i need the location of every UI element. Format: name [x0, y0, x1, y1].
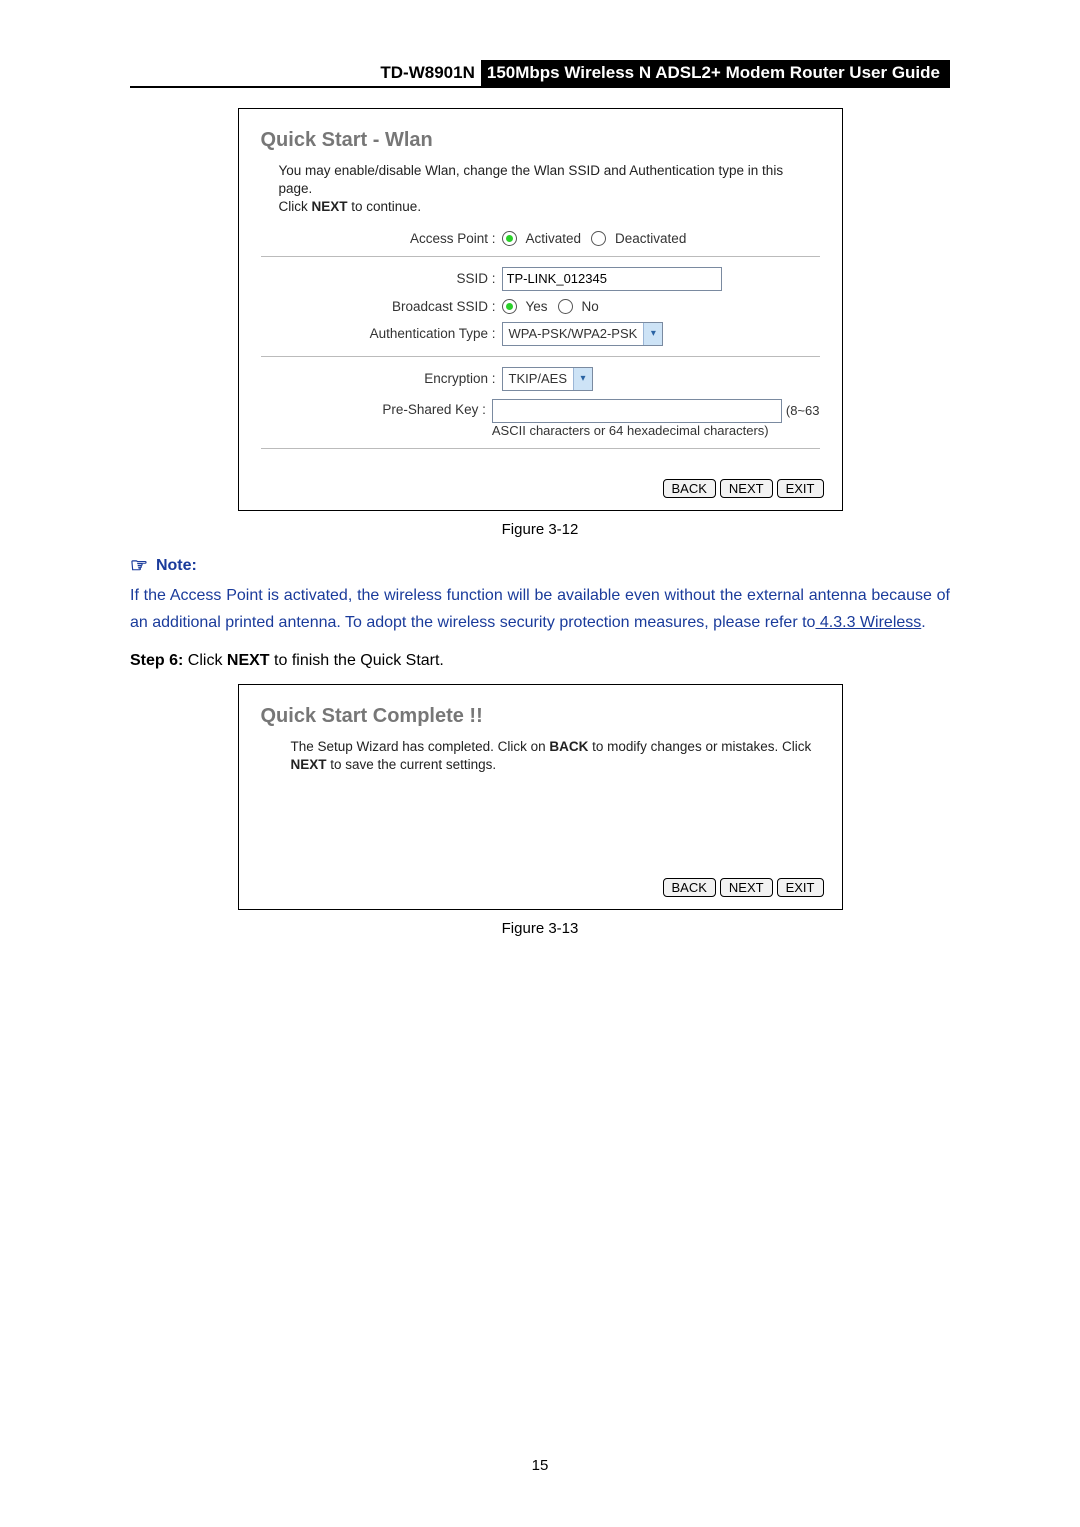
- divider: [261, 356, 820, 357]
- divider: [261, 448, 820, 449]
- complete-button-row: BACK NEXT EXIT: [239, 868, 842, 909]
- next-button[interactable]: NEXT: [720, 479, 773, 498]
- radio-bssid-no[interactable]: [558, 299, 573, 314]
- access-point-row: Access Point : Activated Deactivated: [261, 231, 820, 246]
- wlan-panel: Quick Start - Wlan You may enable/disabl…: [238, 108, 843, 511]
- exit-button[interactable]: EXIT: [777, 878, 824, 897]
- auth-type-select[interactable]: WPA-PSK/WPA2-PSK ▾: [502, 322, 664, 346]
- note-body: If the Access Point is activated, the wi…: [130, 582, 950, 636]
- radio-deactivated[interactable]: [591, 231, 606, 246]
- bssid-yes-label: Yes: [526, 299, 548, 314]
- psk-label: Pre-Shared Key :: [261, 399, 492, 417]
- bssid-no-label: No: [582, 299, 599, 314]
- ssid-input[interactable]: [502, 267, 722, 291]
- pointing-hand-icon: ☞: [130, 556, 148, 576]
- back-button[interactable]: BACK: [663, 878, 716, 897]
- divider: [261, 256, 820, 257]
- figure-caption-1: Figure 3-12: [130, 521, 950, 538]
- activated-label: Activated: [526, 231, 582, 246]
- psk-input[interactable]: [492, 399, 782, 423]
- wlan-title: Quick Start - Wlan: [261, 129, 820, 152]
- complete-panel: Quick Start Complete !! The Setup Wizard…: [238, 684, 843, 910]
- next-button[interactable]: NEXT: [720, 878, 773, 897]
- step-6: Step 6: Click NEXT to finish the Quick S…: [130, 652, 950, 670]
- guide-title: 150Mbps Wireless N ADSL2+ Modem Router U…: [481, 60, 950, 86]
- note-header: ☞ Note:: [130, 556, 950, 576]
- encryption-row: Encryption : TKIP/AES ▾: [261, 367, 820, 391]
- complete-title: Quick Start Complete !!: [261, 705, 820, 728]
- radio-activated[interactable]: [502, 231, 517, 246]
- deactivated-label: Deactivated: [615, 231, 686, 246]
- model-number: TD-W8901N: [378, 60, 480, 86]
- exit-button[interactable]: EXIT: [777, 479, 824, 498]
- chevron-down-icon: ▾: [573, 368, 592, 390]
- back-button[interactable]: BACK: [663, 479, 716, 498]
- broadcast-ssid-label: Broadcast SSID :: [261, 299, 502, 314]
- auth-type-label: Authentication Type :: [261, 326, 502, 341]
- psk-row: Pre-Shared Key : (8~63 ASCII characters …: [261, 399, 820, 438]
- psk-hint-chars: ASCII characters or 64 hexadecimal chara…: [492, 423, 820, 438]
- figure-caption-2: Figure 3-13: [130, 920, 950, 937]
- wlan-button-row: BACK NEXT EXIT: [239, 469, 842, 510]
- encryption-select[interactable]: TKIP/AES ▾: [502, 367, 594, 391]
- wireless-section-link[interactable]: 4.3.3 Wireless: [815, 614, 921, 631]
- note-label: Note:: [156, 557, 197, 575]
- ssid-label: SSID :: [261, 271, 502, 286]
- access-point-label: Access Point :: [261, 231, 502, 246]
- complete-desc: The Setup Wizard has completed. Click on…: [291, 738, 820, 774]
- encryption-label: Encryption :: [261, 371, 502, 386]
- auth-type-row: Authentication Type : WPA-PSK/WPA2-PSK ▾: [261, 322, 820, 346]
- broadcast-ssid-row: Broadcast SSID : Yes No: [261, 299, 820, 314]
- ssid-row: SSID :: [261, 267, 820, 291]
- psk-hint-range: (8~63: [786, 403, 820, 418]
- page-number: 15: [130, 1457, 950, 1514]
- wlan-desc: You may enable/disable Wlan, change the …: [279, 162, 820, 217]
- radio-bssid-yes[interactable]: [502, 299, 517, 314]
- page-header: TD-W8901N 150Mbps Wireless N ADSL2+ Mode…: [130, 60, 950, 88]
- chevron-down-icon: ▾: [643, 323, 662, 345]
